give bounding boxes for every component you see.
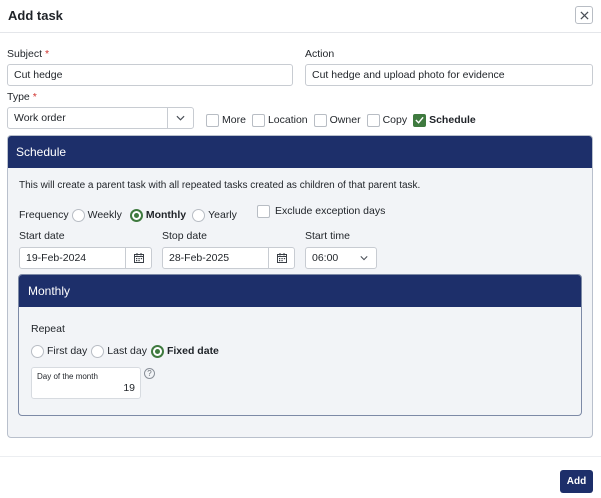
type-label: Type * (7, 91, 37, 103)
yearly-radio[interactable] (192, 208, 206, 222)
repeat-first-day[interactable]: First day (31, 344, 87, 358)
chevron-down-icon (360, 256, 368, 261)
frequency-monthly[interactable]: Monthly (129, 208, 186, 222)
start-date-label: Start date (19, 230, 65, 242)
action-input[interactable]: Cut hedge and upload photo for evidence (305, 64, 593, 86)
repeat-last-day[interactable]: Last day (91, 344, 147, 358)
weekly-radio[interactable] (71, 208, 85, 222)
action-label: Action (305, 48, 335, 60)
start-date-input[interactable]: 19-Feb-2024 (19, 247, 152, 269)
checkmark-icon (415, 116, 424, 124)
subject-label: Subject * (7, 48, 50, 60)
frequency-yearly[interactable]: Yearly (192, 208, 237, 222)
schedule-checkbox[interactable] (413, 113, 427, 127)
option-more[interactable]: More (206, 113, 246, 127)
option-location[interactable]: Location (251, 113, 308, 127)
more-checkbox[interactable] (206, 113, 219, 127)
footer-divider (0, 456, 601, 457)
dialog-title: Add task (8, 8, 63, 23)
stop-date-picker-button[interactable] (268, 248, 294, 268)
required-marker: * (45, 48, 50, 60)
day-of-month-label: Day of the month (37, 372, 98, 381)
last-day-radio[interactable] (91, 344, 105, 358)
exclude-exception-days[interactable]: Exclude exception days (257, 203, 385, 219)
close-icon (579, 10, 589, 20)
start-date-picker-button[interactable] (125, 248, 151, 268)
add-button[interactable]: Add (560, 470, 593, 493)
owner-checkbox[interactable] (313, 113, 327, 127)
location-checkbox[interactable] (251, 113, 265, 127)
monthly-panel-title: Monthly (19, 275, 581, 307)
option-owner[interactable]: Owner (313, 113, 361, 127)
subject-input[interactable]: Cut hedge (7, 64, 293, 86)
close-button[interactable] (575, 6, 593, 24)
required-marker: * (32, 91, 37, 103)
frequency-label: Frequency (19, 209, 69, 221)
repeat-group: First day Last day Fixed date (31, 343, 223, 359)
schedule-description: This will create a parent task with all … (19, 180, 421, 191)
frequency-group: Frequency Weekly Monthly Yearly (19, 207, 241, 223)
option-copy[interactable]: Copy (366, 113, 407, 127)
type-select[interactable]: Work order (7, 107, 194, 129)
start-time-select[interactable]: 06:00 (305, 247, 377, 269)
chevron-down-icon (176, 115, 185, 121)
schedule-panel-title: Schedule (8, 136, 592, 168)
option-schedule[interactable]: Schedule (413, 113, 476, 127)
calendar-icon (133, 253, 144, 263)
stop-date-label: Stop date (162, 230, 207, 242)
task-options: More Location Owner Copy Schedule (206, 112, 482, 128)
day-of-month-input[interactable]: Day of the month 19 (31, 367, 141, 399)
first-day-radio[interactable] (31, 344, 44, 358)
repeat-label: Repeat (31, 323, 65, 335)
frequency-weekly[interactable]: Weekly (71, 208, 122, 222)
day-of-month-value: 19 (123, 382, 135, 394)
exclude-checkbox[interactable] (257, 204, 270, 218)
schedule-panel: Schedule This will create a parent task … (7, 135, 593, 438)
help-icon[interactable]: ? (144, 368, 155, 379)
start-time-label: Start time (305, 230, 350, 242)
type-dropdown-button[interactable] (167, 108, 193, 128)
monthly-radio[interactable] (129, 208, 143, 222)
monthly-panel: Monthly Repeat First day Last day Fixed … (18, 274, 582, 416)
dialog-header: Add task (0, 0, 601, 33)
calendar-icon (276, 253, 287, 263)
repeat-fixed-date[interactable]: Fixed date (150, 344, 219, 358)
copy-checkbox[interactable] (366, 113, 380, 127)
stop-date-input[interactable]: 28-Feb-2025 (162, 247, 295, 269)
fixed-date-radio[interactable] (150, 344, 164, 358)
